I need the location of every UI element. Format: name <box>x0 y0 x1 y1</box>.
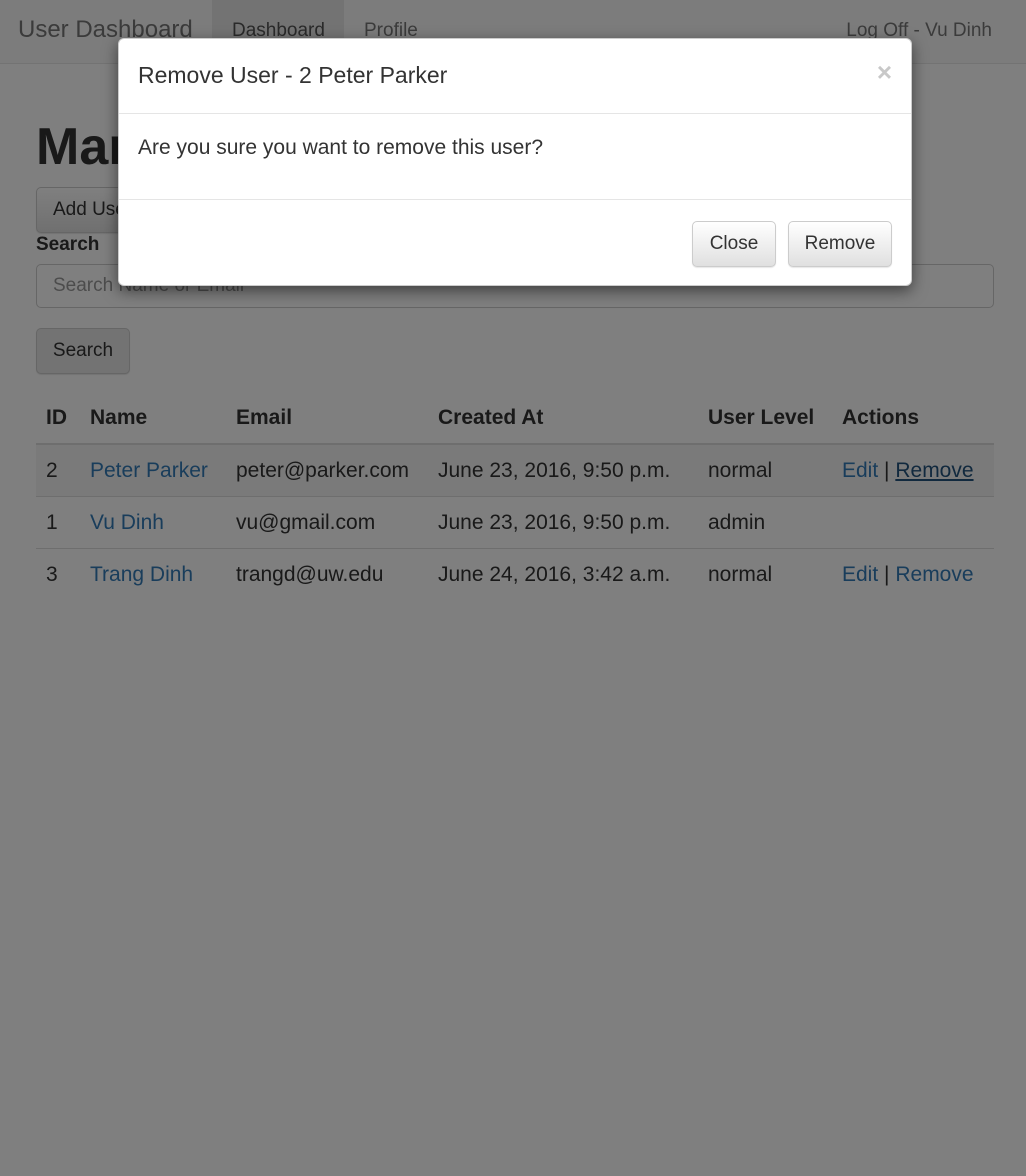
close-icon[interactable]: × <box>877 59 892 85</box>
modal-body-text: Are you sure you want to remove this use… <box>138 136 544 159</box>
modal-title: Remove User - 2 Peter Parker <box>138 62 448 88</box>
close-button[interactable]: Close <box>692 221 776 267</box>
modal-header: Remove User - 2 Peter Parker × <box>119 39 911 114</box>
remove-user-modal: Remove User - 2 Peter Parker × Are you s… <box>118 38 912 286</box>
remove-button[interactable]: Remove <box>788 221 892 267</box>
modal-footer: Close Remove <box>119 199 911 287</box>
